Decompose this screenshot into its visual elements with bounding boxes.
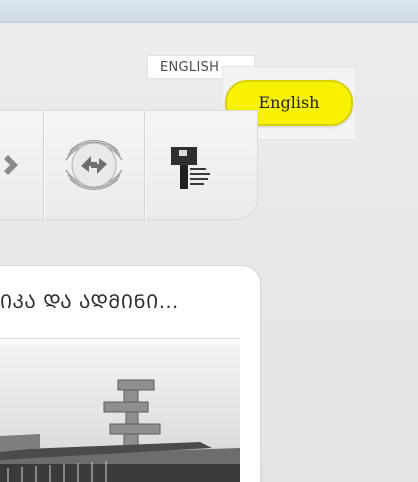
icon-cell-logo[interactable]: [145, 110, 245, 220]
browser-top-bar: [0, 0, 418, 23]
news-card[interactable]: ᲘᲙᲐ ᲓᲐ ᲐᲓᲛᲘᲜᲘ...: [0, 266, 260, 482]
institution-logo-icon: [171, 147, 210, 189]
icon-cell-arrow[interactable]: [0, 110, 43, 220]
icon-panel: [0, 110, 258, 220]
icon-cell-exchange[interactable]: [44, 110, 144, 220]
building-photo[interactable]: [0, 344, 240, 482]
card-title[interactable]: ᲘᲙᲐ ᲓᲐ ᲐᲓᲛᲘᲜᲘ...: [0, 288, 240, 314]
exchange-arrows-icon: [65, 140, 123, 190]
arrow-right-icon: [4, 155, 18, 175]
card-separator: [0, 338, 240, 339]
